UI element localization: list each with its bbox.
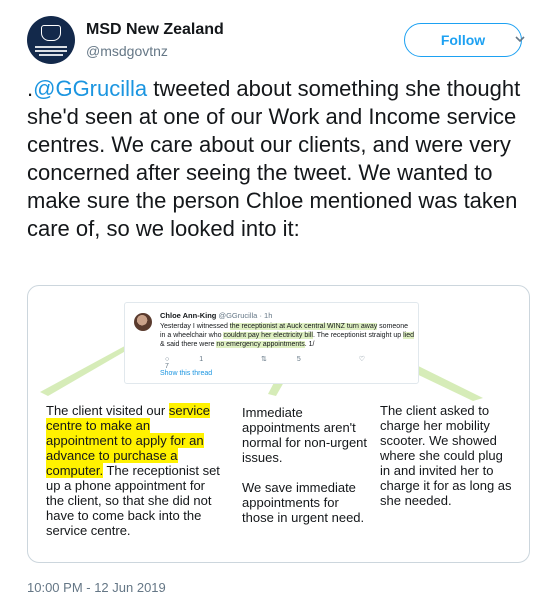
reply-icon: ○ <box>165 356 170 363</box>
show-thread-link[interactable]: Show this thread <box>160 370 212 377</box>
like-count: 7 <box>165 363 169 370</box>
embedded-highlight: no emergency appointments <box>216 341 305 348</box>
account-name[interactable]: MSD New Zealand <box>86 21 224 39</box>
tweet-timestamp[interactable]: 10:00 PM - 12 Jun 2019 <box>27 580 166 595</box>
embedded-name: Chloe Ann-King <box>160 311 217 320</box>
chevron-down-icon[interactable] <box>515 34 525 44</box>
avatar[interactable] <box>27 16 75 64</box>
annotation-column-3: The client asked to charge her mobility … <box>380 403 512 508</box>
retweet-icon: ⇅ <box>261 356 267 363</box>
heart-icon: ♡ <box>358 356 366 363</box>
annotation-column-1: The client visited our service centre to… <box>46 403 224 538</box>
embedded-text-segment: & said there were <box>160 341 217 348</box>
embedded-highlight: the receptionist at Auck central WINZ tu… <box>229 323 378 330</box>
embedded-text-segment: Yesterday I witnessed <box>160 323 230 330</box>
embedded-text-segment: . 1/ <box>304 341 315 348</box>
embedded-highlight: couldnt pay her electricity bill <box>223 332 313 339</box>
crest-icon <box>41 25 61 41</box>
embedded-name-line: Chloe Ann-King @GGrucilla · 1h <box>160 311 272 320</box>
logo-text-line <box>35 46 67 48</box>
annotation-column-2: Immediate appointments aren't normal for… <box>242 405 368 525</box>
reply-action[interactable]: ○ 1 <box>165 356 231 363</box>
annotation-text: The client visited our <box>46 403 169 418</box>
reply-count: 1 <box>199 356 204 363</box>
embedded-avatar <box>134 313 152 331</box>
follow-button[interactable]: Follow <box>404 23 522 57</box>
annotation-text: Immediate appointments aren't normal for… <box>242 405 368 465</box>
logo-text-line <box>35 50 67 52</box>
account-handle[interactable]: @msdgovtnz <box>86 43 168 59</box>
embedded-actions: ○ 1 ⇅ 5 ♡ 7 <box>165 355 418 370</box>
embedded-highlight: lied <box>403 332 414 339</box>
tweet-text: .@GGrucilla tweeted about something she … <box>27 75 537 243</box>
retweet-action[interactable]: ⇅ 5 <box>261 356 329 363</box>
retweet-count: 5 <box>296 356 301 363</box>
mention-link[interactable]: @GGrucilla <box>33 76 147 101</box>
media-card[interactable]: Chloe Ann-King @GGrucilla · 1h Yesterday… <box>27 285 530 563</box>
logo-text-line <box>39 54 63 56</box>
embedded-handle: @GGrucilla · 1h <box>218 311 273 320</box>
tweet-header: MSD New Zealand @msdgovtnz Follow <box>27 16 537 68</box>
annotation-text: We save immediate appointments for those… <box>242 480 365 525</box>
embedded-text: Yesterday I witnessed the receptionist a… <box>160 322 415 349</box>
embedded-text-segment: . The receptionist straight up <box>312 332 404 339</box>
embedded-tweet[interactable]: Chloe Ann-King @GGrucilla · 1h Yesterday… <box>124 302 419 384</box>
